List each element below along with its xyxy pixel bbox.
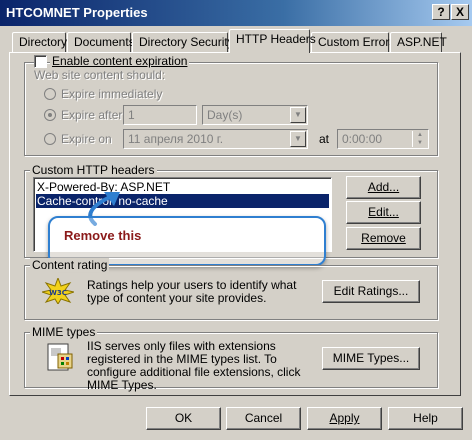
add-header-button[interactable]: Add... xyxy=(346,176,421,199)
content-rating-text: Ratings help your users to identify what… xyxy=(87,278,297,305)
tab-documents[interactable]: Documents xyxy=(67,32,135,52)
expire-after-unit-select[interactable]: Day(s) ▼ xyxy=(202,105,308,125)
ok-button[interactable]: OK xyxy=(146,407,221,430)
tab-asp-net[interactable]: ASP.NET xyxy=(390,32,447,52)
at-label: at xyxy=(319,132,330,146)
expire-after-radio[interactable] xyxy=(44,109,56,121)
expire-time-input[interactable]: 0:00:00 ▲ ▼ xyxy=(337,129,429,149)
tab-directory-security[interactable]: Directory Security xyxy=(132,32,234,52)
mime-types-text: IIS serves only files with extensions re… xyxy=(87,339,301,392)
edit-ratings-button[interactable]: Edit Ratings... xyxy=(322,280,420,303)
time-spinner-icon[interactable]: ▲ ▼ xyxy=(412,131,427,147)
expire-on-radio[interactable] xyxy=(44,133,56,145)
mime-types-legend: MIME types xyxy=(30,325,98,339)
rating-icon: W3C xyxy=(42,278,74,304)
apply-button[interactable]: Apply xyxy=(307,407,382,430)
svg-text:W3C: W3C xyxy=(49,289,67,297)
expire-on-date-picker[interactable]: 11 апреля 2010 г. ▼ xyxy=(123,129,308,149)
expire-immediately-label: Expire immediately xyxy=(61,87,163,101)
mime-types-button[interactable]: MIME Types... xyxy=(322,347,420,370)
help-button[interactable]: Help xyxy=(388,407,463,430)
window-title: HTCOMNET Properties xyxy=(6,5,148,20)
chevron-down-icon: ▼ xyxy=(290,131,306,147)
expire-on-label: Expire on xyxy=(61,132,112,146)
web-site-content-label: Web site content should: xyxy=(34,68,166,82)
title-bar: HTCOMNET Properties ? X xyxy=(0,0,472,26)
tab-directory[interactable]: Directory xyxy=(12,32,67,52)
close-title-button[interactable]: X xyxy=(451,4,469,20)
expire-after-label: Expire after xyxy=(61,108,123,122)
callout-text: Remove this xyxy=(64,228,142,243)
enable-expiration-checkbox[interactable] xyxy=(34,55,47,68)
expire-after-value-input[interactable]: 1 xyxy=(123,105,197,125)
help-title-button[interactable]: ? xyxy=(432,4,450,20)
chevron-down-icon: ▼ xyxy=(290,107,306,123)
tab-custom-errors[interactable]: Custom Errors xyxy=(311,32,395,52)
content-rating-legend: Content rating xyxy=(30,258,110,272)
custom-headers-legend: Custom HTTP headers xyxy=(30,163,157,177)
tab-http-headers[interactable]: HTTP Headers xyxy=(229,29,316,53)
cancel-button[interactable]: Cancel xyxy=(226,407,301,430)
mime-file-icon xyxy=(47,343,73,371)
edit-header-button[interactable]: Edit... xyxy=(346,201,421,224)
remove-header-button[interactable]: Remove xyxy=(346,227,421,250)
enable-expiration-label: Enable content expiration xyxy=(50,54,190,68)
expire-immediately-radio[interactable] xyxy=(44,88,56,100)
